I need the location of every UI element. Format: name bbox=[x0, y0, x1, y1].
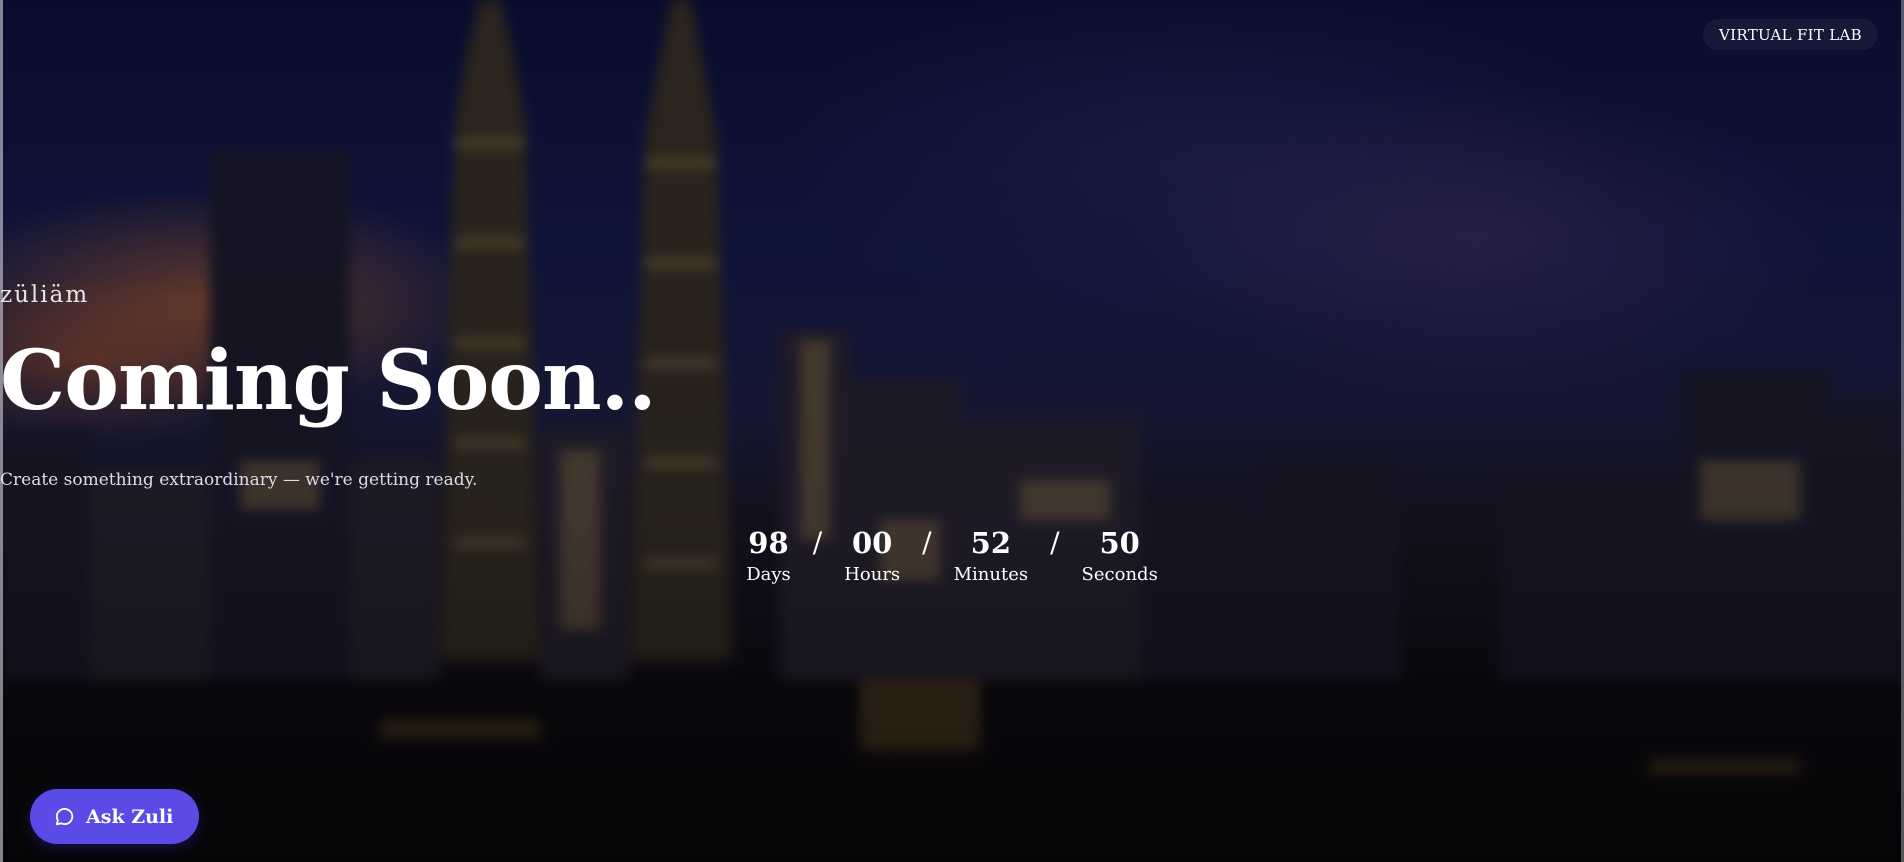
tagline: Create something extraordinary — we're g… bbox=[0, 470, 478, 490]
countdown-hours: 00 Hours bbox=[844, 526, 900, 587]
page-title: Coming Soon.. bbox=[0, 333, 657, 429]
virtual-fit-lab-badge[interactable]: VIRTUAL FIT LAB bbox=[1703, 19, 1878, 50]
days-label: Days bbox=[746, 564, 791, 585]
countdown-days: 98 Days bbox=[746, 526, 791, 587]
left-edge bbox=[0, 0, 3, 862]
seconds-value: 50 bbox=[1099, 526, 1140, 560]
minutes-label: Minutes bbox=[953, 564, 1029, 585]
chat-bubble-icon bbox=[54, 806, 76, 828]
countdown-seconds: 50 Seconds bbox=[1082, 526, 1158, 587]
countdown-minutes: 52 Minutes bbox=[954, 526, 1029, 587]
countdown-timer: 98 Days / 00 Hours / 52 Minutes / 50 Sec… bbox=[746, 526, 1158, 587]
hours-label: Hours bbox=[844, 564, 901, 585]
countdown-separator: / bbox=[922, 526, 932, 559]
ask-zuli-button[interactable]: Ask Zuli bbox=[30, 789, 200, 844]
background-image bbox=[0, 0, 1904, 862]
minutes-value: 52 bbox=[970, 526, 1012, 560]
countdown-separator: / bbox=[1050, 526, 1060, 559]
hours-value: 00 bbox=[852, 526, 893, 560]
seconds-label: Seconds bbox=[1081, 564, 1158, 585]
countdown-separator: / bbox=[812, 526, 823, 559]
brand-name: züliäm bbox=[0, 282, 90, 308]
ask-zuli-label: Ask Zuli bbox=[86, 805, 174, 828]
days-value: 98 bbox=[748, 526, 789, 560]
